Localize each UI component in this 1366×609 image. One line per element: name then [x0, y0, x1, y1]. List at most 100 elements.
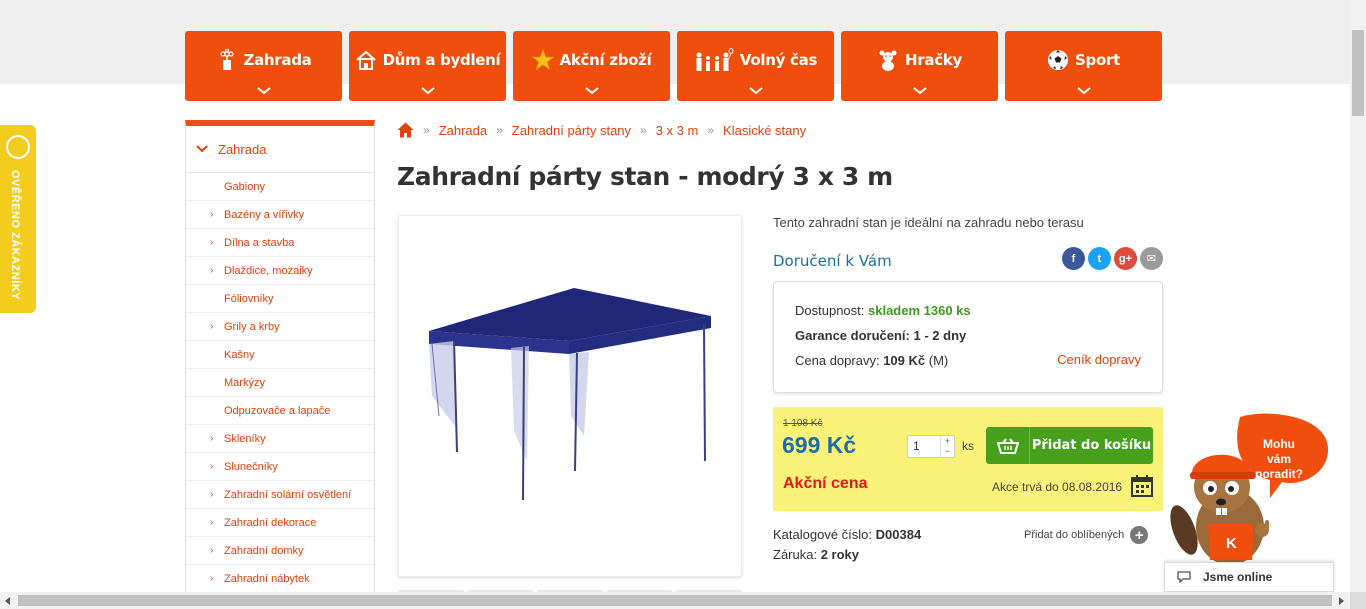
sidebar-item[interactable]: › Zahradní dekorace [186, 509, 374, 537]
chat-status: Jsme online [1203, 570, 1273, 584]
nav-label: Hračky [905, 51, 962, 69]
product-image[interactable] [398, 215, 742, 577]
sidebar-head[interactable]: Zahrada [186, 126, 374, 173]
social-share: f t g+ ✉ [1062, 247, 1163, 270]
add-to-favorites[interactable]: Přidat do oblíbených + [1024, 526, 1149, 544]
chevron-down-icon [748, 87, 763, 95]
quantity-value: 1 [913, 439, 920, 453]
breadcrumb-link[interactable]: Zahrada [439, 123, 487, 138]
sidebar-item[interactable]: › Skleníky [186, 425, 374, 453]
sidebar-item-label: Skleníky [224, 432, 266, 445]
availability-label: Dostupnost: [795, 303, 865, 318]
sidebar-item[interactable]: › Slunečníky [186, 453, 374, 481]
nav-label: Akční zboží [559, 51, 652, 69]
nav-item-sport[interactable]: Sport [1005, 31, 1162, 101]
chat-bubble-text[interactable]: Mohu vám poradit? [1251, 437, 1307, 482]
catalog-number-row: Katalogové číslo: D00384 [773, 527, 921, 542]
warranty-row: Záruka: 2 roky [773, 547, 859, 562]
sidebar-item-label: Bazény a vířivky [224, 208, 305, 221]
flower-icon [216, 49, 238, 71]
chevron-right-icon: › [210, 489, 214, 500]
nav-item-zahrada[interactable]: Zahrada [185, 31, 342, 101]
chevron-down-icon [196, 145, 208, 153]
scrollbar-thumb[interactable] [18, 595, 1332, 606]
sidebar-item-label: Zahradní dekorace [224, 516, 317, 529]
chevron-right-icon: › [210, 209, 214, 220]
sidebar-item[interactable]: › Bazény a vířivky [186, 201, 374, 229]
breadcrumb-separator: » [423, 123, 430, 137]
chevron-right-icon: › [210, 517, 214, 528]
chevron-right-icon: › [210, 433, 214, 444]
chevron-down-icon [1076, 87, 1091, 95]
sidebar-item-label: Zahradní nábytek [224, 572, 310, 585]
sidebar-item[interactable]: › Dílna a stavba [186, 229, 374, 257]
action-price-label: Akční cena [783, 475, 868, 492]
nav-item-volny-cas[interactable]: Volný čas [677, 31, 834, 101]
breadcrumb-link[interactable]: 3 x 3 m [656, 123, 699, 138]
home-icon[interactable] [397, 122, 414, 138]
breadcrumb: » Zahrada » Zahradní párty stany » 3 x 3… [397, 120, 806, 140]
warranty-value: 2 roky [820, 547, 860, 562]
guarantee-row: Garance doručení: 1 - 2 dny [795, 328, 966, 343]
sidebar-item[interactable]: Markýzy [186, 369, 374, 397]
sidebar-item[interactable]: Fóliovníky [186, 285, 374, 313]
sidebar-item-label: Grily a krby [224, 320, 280, 333]
sidebar-item-label: Dlaždice, mozaiky [224, 264, 313, 277]
calendar-icon [1131, 475, 1153, 497]
sidebar-item[interactable]: › Dlaždice, mozaiky [186, 257, 374, 285]
scroll-left-arrow-icon[interactable] [5, 597, 10, 605]
plus-icon: + [1130, 526, 1149, 544]
quantity-stepper[interactable]: 1 + − [907, 435, 955, 458]
quantity-spinner[interactable]: + − [940, 436, 954, 457]
horizontal-scrollbar[interactable] [0, 592, 1350, 609]
facebook-icon[interactable]: f [1062, 247, 1085, 270]
sidebar-list: Gabiony › Bazény a vířivky › Dílna a stavba ›… [186, 173, 374, 593]
badge-text: OVĚŘENO ZÁKAZNÍKY [9, 170, 21, 301]
beaver-mascot-icon[interactable]: K [1170, 412, 1335, 572]
breadcrumb-separator: » [640, 123, 647, 137]
breadcrumb-link[interactable]: Zahradní párty stany [512, 123, 631, 138]
sidebar-item[interactable]: Odpuzovače a lapače [186, 397, 374, 425]
shipping-size: (M) [928, 353, 949, 368]
sidebar-item[interactable]: › Zahradní solární osvětlení [186, 481, 374, 509]
nav-item-hracky[interactable]: Hračky [841, 31, 998, 101]
catalog-label: Katalogové číslo: [773, 527, 873, 542]
seal-icon [6, 135, 30, 159]
sidebar-item[interactable]: Kašny [186, 341, 374, 369]
guarantee-label: Garance doručení: [795, 328, 910, 343]
svg-text:K: K [1226, 535, 1237, 552]
delivery-heading: Doručení k Vám [773, 252, 892, 270]
catalog-value: D00384 [875, 527, 922, 542]
nav-item-akcni-zbozi[interactable]: Akční zboží [513, 31, 670, 101]
chevron-down-icon [912, 87, 927, 95]
chat-online-bar[interactable]: Jsme online [1164, 562, 1334, 592]
main-navigation: Zahrada Dům a bydlení Akční zboží Volný … [185, 31, 1163, 101]
breadcrumb-separator: » [496, 123, 503, 137]
shipping-pricelist-link[interactable]: Ceník dopravy [1057, 352, 1141, 367]
chat-icon [1177, 571, 1191, 583]
verified-by-customers-badge[interactable]: OVĚŘENO ZÁKAZNÍKY [0, 125, 36, 313]
sidebar-item-label: Markýzy [224, 376, 265, 389]
shipping-label: Cena dopravy: [795, 353, 880, 368]
product-description: Tento zahradní stan je ideální na zahrad… [773, 215, 1084, 230]
google-plus-icon[interactable]: g+ [1114, 247, 1137, 270]
sidebar-item-label: Zahradní solární osvětlení [224, 488, 352, 501]
nav-item-dum-a-bydleni[interactable]: Dům a bydlení [349, 31, 506, 101]
nav-label: Volný čas [739, 51, 818, 69]
sidebar-item-label: Odpuzovače a lapače [224, 404, 331, 417]
vertical-scrollbar[interactable] [1350, 0, 1366, 609]
sidebar-item[interactable]: › Grily a krby [186, 313, 374, 341]
twitter-icon[interactable]: t [1088, 247, 1111, 270]
sidebar-item[interactable]: › Zahradní domky [186, 537, 374, 565]
add-to-cart-button[interactable]: Přidat do košíku [986, 427, 1153, 464]
shipping-row: Cena dopravy: 109 Kč (M) [795, 353, 948, 368]
sidebar-item[interactable]: › Zahradní nábytek [186, 565, 374, 593]
scrollbar-thumb[interactable] [1352, 30, 1364, 116]
chevron-right-icon: › [210, 321, 214, 332]
sidebar-item-label: Gabiony [224, 180, 265, 193]
email-icon[interactable]: ✉ [1140, 247, 1163, 270]
breadcrumb-link[interactable]: Klasické stany [723, 123, 806, 138]
scroll-right-arrow-icon[interactable] [1339, 597, 1344, 605]
chevron-down-icon [584, 87, 599, 95]
sidebar-item[interactable]: Gabiony [186, 173, 374, 201]
